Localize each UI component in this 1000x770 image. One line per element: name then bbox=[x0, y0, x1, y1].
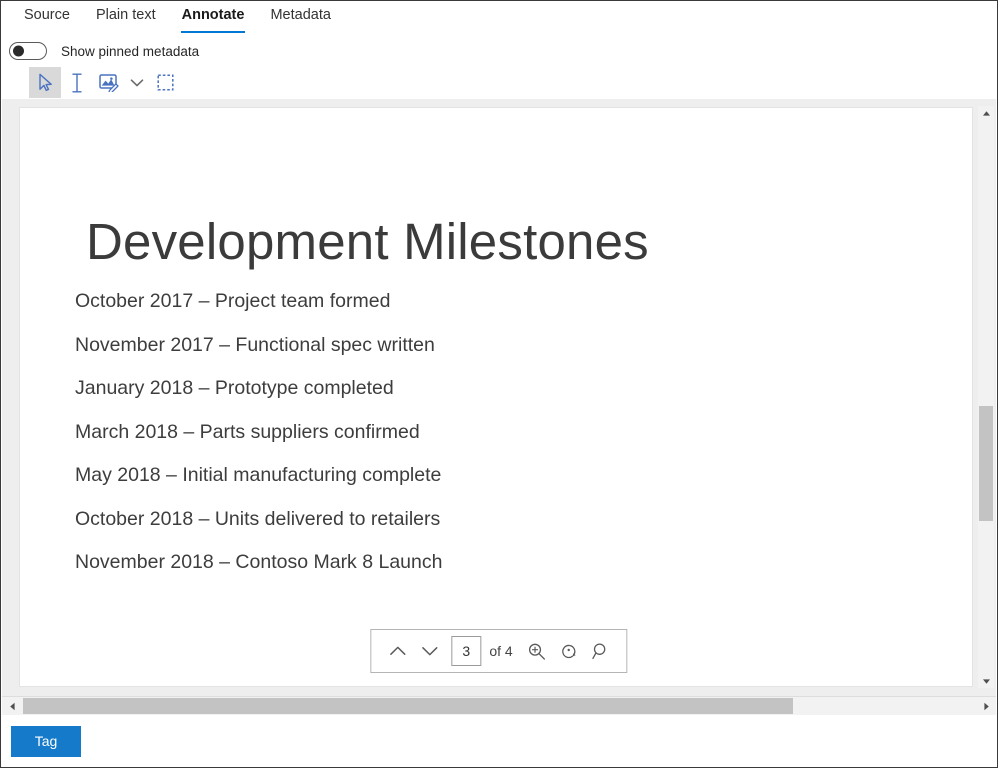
region-select-tool[interactable] bbox=[149, 67, 181, 98]
document-page: Development Milestones October 2017 – Pr… bbox=[20, 108, 972, 686]
select-pointer-tool[interactable] bbox=[29, 67, 61, 98]
document-line: March 2018 – Parts suppliers confirmed bbox=[75, 411, 962, 455]
chevron-up-icon bbox=[389, 645, 406, 657]
document-title: Development Milestones bbox=[86, 212, 649, 271]
document-line: October 2018 – Units delivered to retail… bbox=[75, 498, 962, 542]
annotate-app-window: Source Plain text Annotate Metadata Show… bbox=[0, 0, 998, 768]
page-count-label: of 4 bbox=[489, 643, 512, 659]
dashed-rectangle-icon bbox=[157, 74, 174, 91]
horizontal-scrollbar-thumb[interactable] bbox=[23, 698, 793, 714]
scroll-right-arrow[interactable] bbox=[978, 697, 994, 715]
toggle-knob bbox=[13, 46, 24, 57]
tab-source[interactable]: Source bbox=[11, 7, 83, 33]
vertical-scrollbar[interactable] bbox=[978, 106, 994, 688]
rotate-clockwise-icon bbox=[559, 642, 578, 661]
rotate-button[interactable] bbox=[553, 635, 585, 667]
pinned-metadata-row: Show pinned metadata bbox=[1, 36, 997, 66]
document-line: May 2018 – Initial manufacturing complet… bbox=[75, 454, 962, 498]
scroll-down-arrow[interactable] bbox=[978, 674, 994, 688]
show-pinned-metadata-label: Show pinned metadata bbox=[61, 44, 199, 59]
annotation-toolbar bbox=[1, 66, 997, 99]
zoom-in-button[interactable] bbox=[521, 635, 553, 667]
pointer-icon bbox=[37, 73, 54, 92]
tag-button[interactable]: Tag bbox=[11, 726, 81, 757]
page-navigation-bar: of 4 bbox=[370, 629, 627, 673]
footer-bar: Tag bbox=[1, 715, 997, 767]
tab-strip: Source Plain text Annotate Metadata bbox=[1, 1, 997, 36]
tab-plain-text[interactable]: Plain text bbox=[83, 7, 169, 33]
document-body: October 2017 – Project team formed Novem… bbox=[75, 280, 962, 585]
image-annotation-tool[interactable] bbox=[93, 67, 125, 98]
text-annotation-tool[interactable] bbox=[61, 67, 93, 98]
next-page-button[interactable] bbox=[413, 635, 445, 667]
zoom-in-icon bbox=[527, 642, 546, 661]
document-line: November 2017 – Functional spec written bbox=[75, 324, 962, 368]
image-edit-icon bbox=[99, 73, 120, 92]
scroll-left-arrow[interactable] bbox=[4, 697, 20, 715]
tab-metadata[interactable]: Metadata bbox=[257, 7, 343, 33]
show-pinned-metadata-toggle[interactable] bbox=[9, 42, 47, 60]
tab-annotate[interactable]: Annotate bbox=[169, 7, 258, 33]
scroll-up-arrow[interactable] bbox=[978, 106, 994, 120]
document-viewer: Development Milestones October 2017 – Pr… bbox=[2, 99, 996, 696]
document-line: October 2017 – Project team formed bbox=[75, 280, 962, 324]
document-line: November 2018 – Contoso Mark 8 Launch bbox=[75, 541, 962, 585]
search-icon bbox=[591, 642, 610, 661]
document-canvas[interactable]: Development Milestones October 2017 – Pr… bbox=[19, 107, 973, 687]
previous-page-button[interactable] bbox=[381, 635, 413, 667]
text-cursor-icon bbox=[70, 73, 84, 93]
vertical-scrollbar-thumb[interactable] bbox=[979, 406, 993, 521]
horizontal-scrollbar[interactable] bbox=[2, 696, 996, 715]
image-annotation-dropdown[interactable] bbox=[125, 67, 149, 98]
document-line: January 2018 – Prototype completed bbox=[75, 367, 962, 411]
chevron-down-icon bbox=[421, 645, 438, 657]
search-button[interactable] bbox=[585, 635, 617, 667]
page-number-input[interactable] bbox=[451, 636, 481, 666]
chevron-down-icon bbox=[130, 78, 144, 88]
